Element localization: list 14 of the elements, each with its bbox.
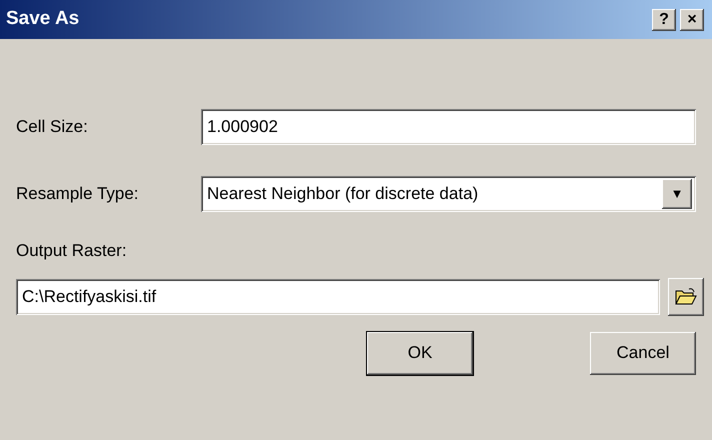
open-folder-icon [675,288,697,306]
resample-dropdown[interactable]: Nearest Neighbor (for discrete data) ▼ [201,176,696,212]
field-label: Output Raster: [16,240,128,262]
help-button[interactable]: ? [652,8,676,30]
ok-button[interactable]: OK [367,332,473,374]
dropdown-arrow-button[interactable]: ▼ [662,179,692,209]
browse-button[interactable] [668,278,704,316]
cancel-button[interactable]: Cancel [590,332,696,374]
field-label: Cell Size: [16,116,89,138]
close-button[interactable]: × [680,8,704,30]
field-label: Resample Type: [16,183,140,206]
cell-size-field[interactable]: 1.000902 [201,109,696,145]
window-title: Save As [6,7,80,32]
output-raster-field[interactable]: C:\Rectifyaskisi.tif [16,278,660,314]
